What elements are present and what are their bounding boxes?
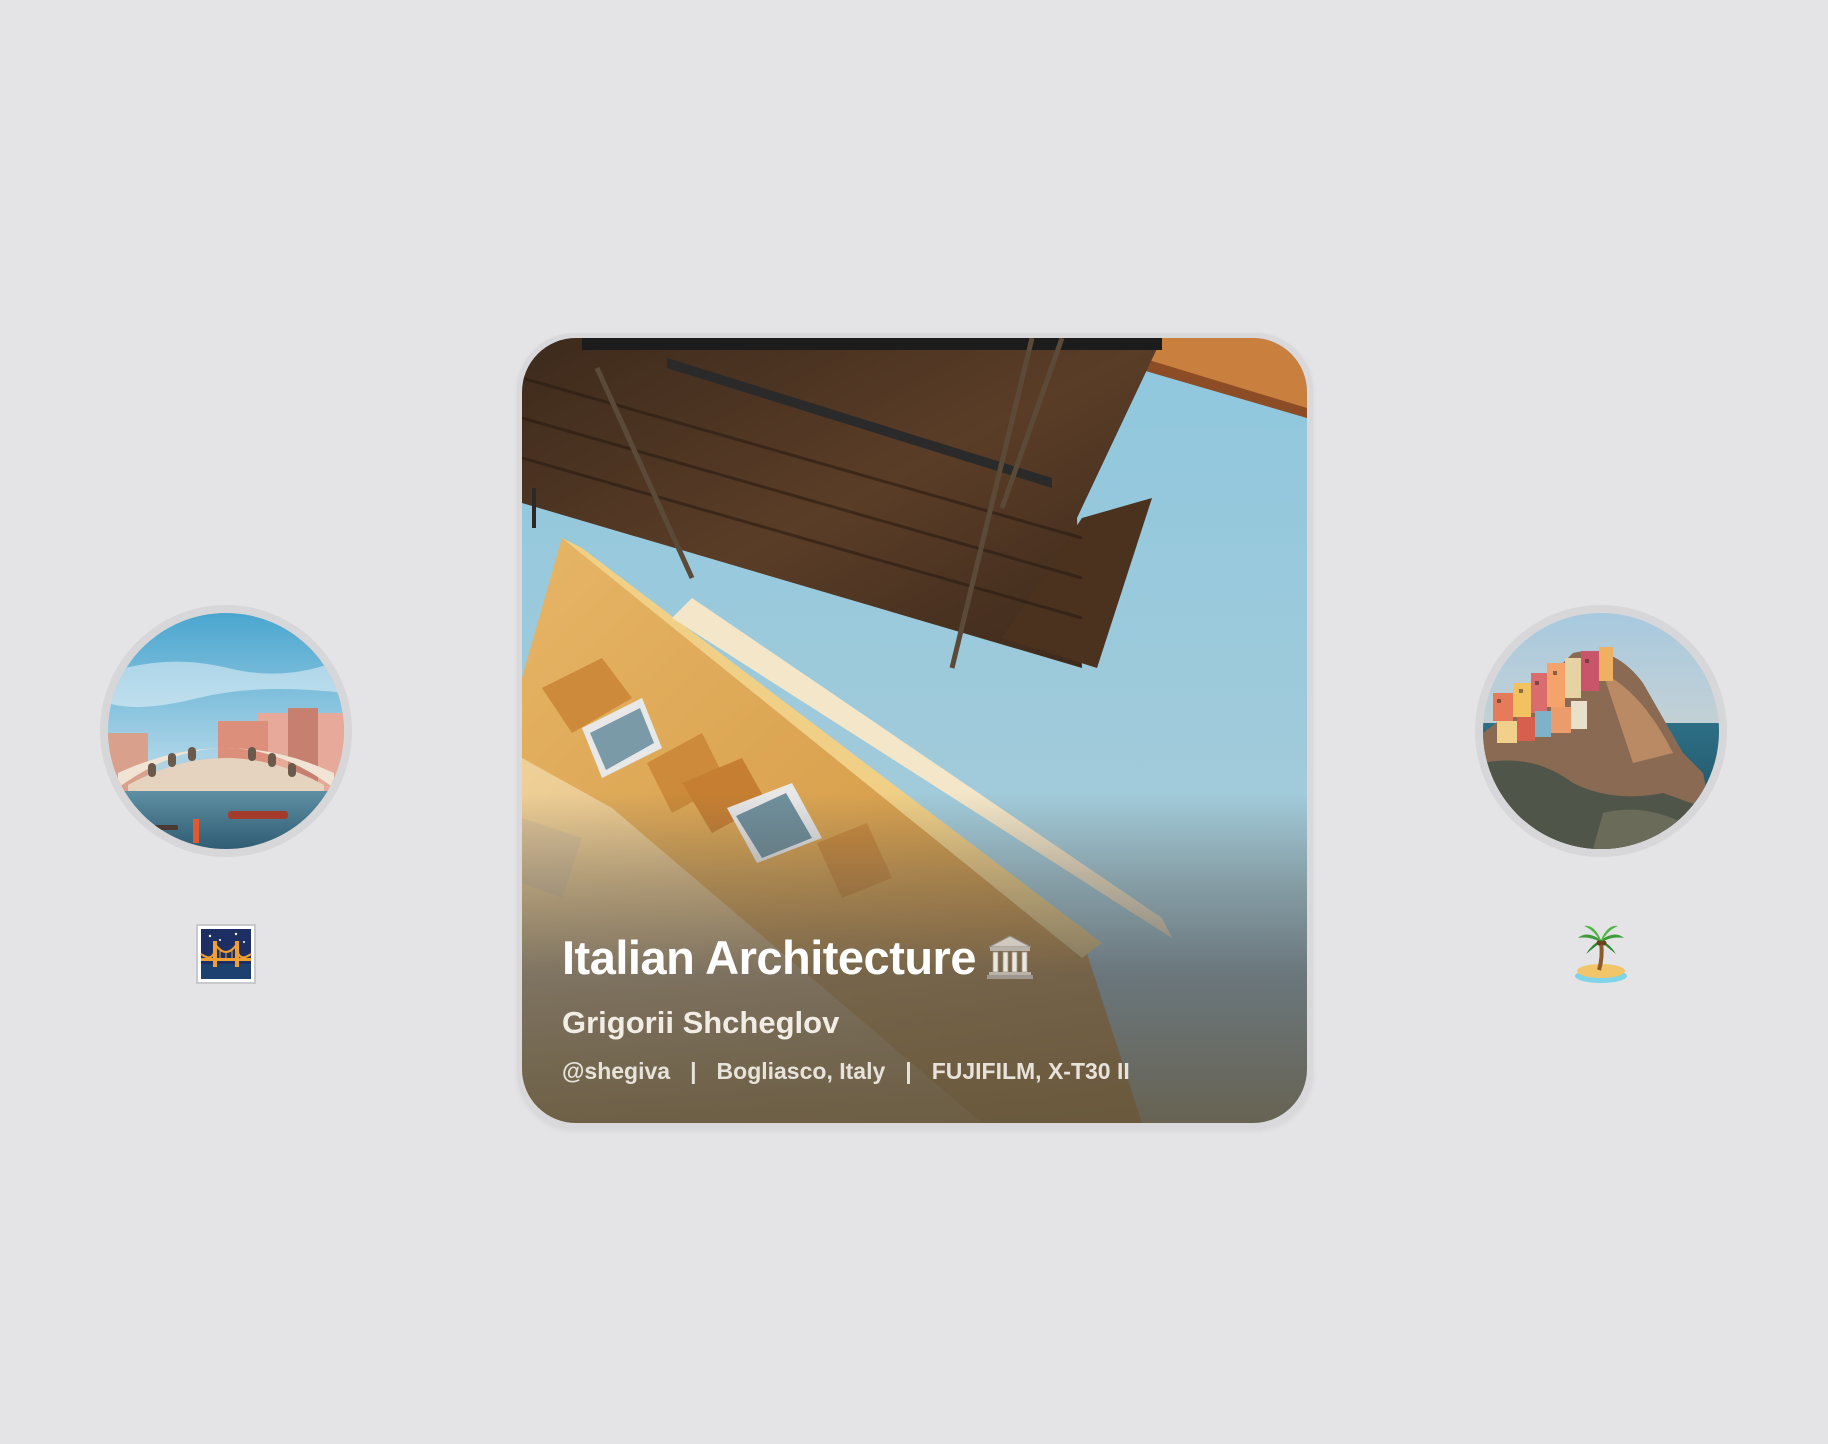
carousel-thumb-right[interactable] <box>1475 605 1727 857</box>
venice-photo <box>108 613 344 849</box>
meta-separator: | <box>690 1058 697 1084</box>
camera-model: FUJIFILM, X-T30 II <box>931 1058 1130 1084</box>
author-handle[interactable]: @shegiva <box>562 1060 670 1083</box>
desert-island-icon[interactable] <box>1572 922 1630 984</box>
photo-location: Bogliasco, Italy <box>716 1058 886 1084</box>
card-author: Grigorii Shcheglov <box>562 1005 840 1040</box>
featured-card[interactable]: Italian Architecture Grigorii Shcheglov … <box>522 338 1307 1123</box>
manarola-photo <box>1483 613 1719 849</box>
carousel-stage: Italian Architecture Grigorii Shcheglov … <box>0 0 1828 1444</box>
classical-building-icon <box>986 933 1034 981</box>
card-meta: @shegiva | Bogliasco, Italy | FUJIFILM, … <box>562 1060 1267 1083</box>
card-title: Italian Architecture <box>562 930 977 984</box>
meta-separator: | <box>905 1058 912 1084</box>
carousel-thumb-left[interactable] <box>100 605 352 857</box>
card-info: Italian Architecture Grigorii Shcheglov … <box>562 933 1267 1083</box>
bridge-at-night-icon[interactable] <box>196 924 256 984</box>
